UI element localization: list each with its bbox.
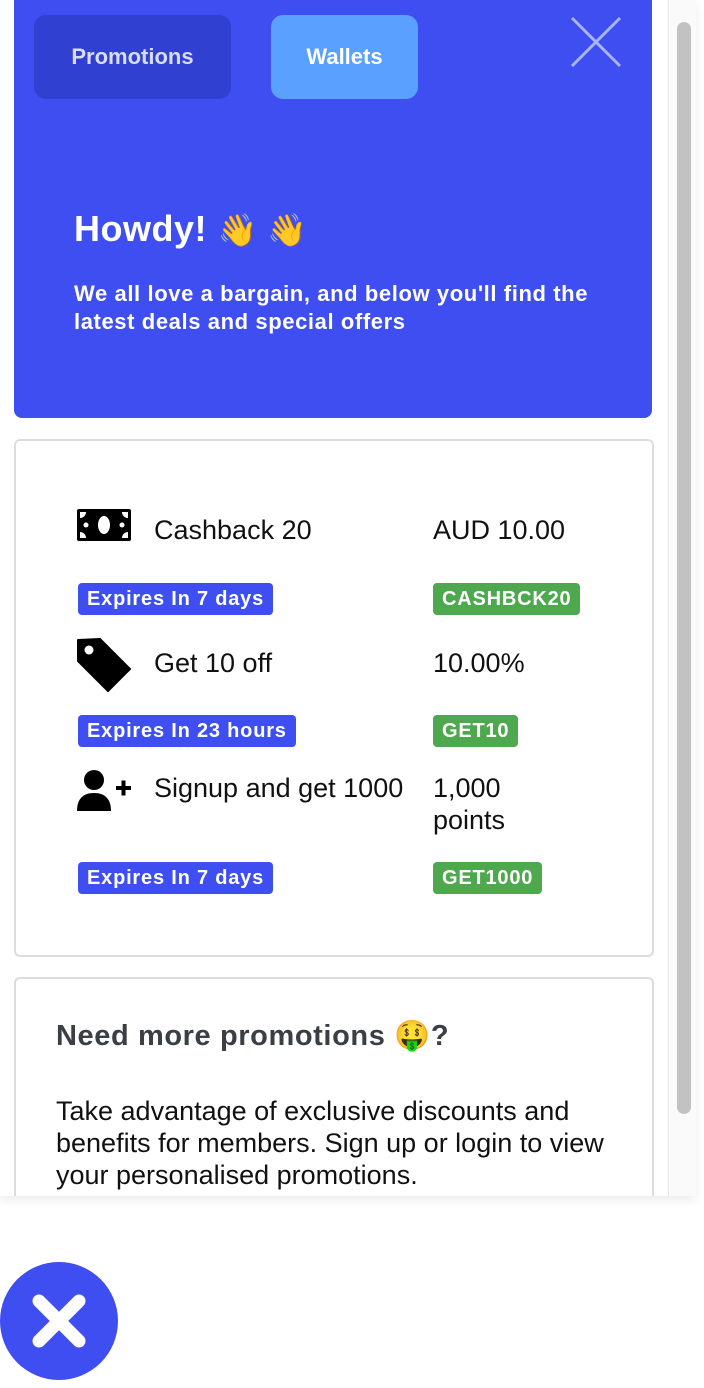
promotions-widget: Promotions Wallets Howdy! 👋 👋 We all lov…: [0, 0, 696, 1196]
close-widget-button[interactable]: [0, 1262, 118, 1380]
promo-code-badge[interactable]: CASHBCK20: [433, 583, 581, 615]
promotion-name: Get 10 off: [154, 648, 273, 678]
promotion-value: 1,000 points: [433, 773, 506, 835]
expiry-badge: Expires In 7 days: [78, 583, 274, 615]
more-promotions-card: Need more promotions 🤑? Take advantage o…: [14, 977, 654, 1196]
close-icon[interactable]: [570, 16, 622, 68]
user-plus-icon: [76, 769, 132, 825]
close-icon: [32, 1294, 86, 1348]
money-mouth-face-icon: 🤑: [394, 1020, 431, 1052]
tab-wallets[interactable]: Wallets: [271, 15, 418, 99]
widget-scroll-area[interactable]: Promotions Wallets Howdy! 👋 👋 We all lov…: [0, 0, 668, 1196]
more-promotions-title: Need more promotions 🤑?: [56, 1019, 449, 1053]
hero-title: Howdy! 👋 👋: [74, 208, 308, 250]
more-promotions-title-text: Need more promotions: [56, 1020, 386, 1052]
promotion-item: Cashback 20 AUD 10.00 Expires In 7 days …: [76, 505, 616, 615]
waving-hand-icon: 👋 👋: [217, 212, 308, 248]
tab-promotions-label: Promotions: [71, 44, 194, 69]
expiry-badge: Expires In 7 days: [78, 862, 274, 894]
more-promotions-title-suffix: ?: [430, 1020, 450, 1052]
scrollbar-thumb[interactable]: [677, 22, 691, 1114]
promo-code-badge[interactable]: GET10: [433, 715, 519, 747]
cash-icon: [76, 507, 132, 563]
hero-banner: Promotions Wallets Howdy! 👋 👋 We all lov…: [14, 0, 652, 418]
scrollbar[interactable]: [668, 0, 696, 1196]
promotion-value: 10.00%: [433, 648, 525, 678]
promotion-name: Cashback 20: [154, 515, 312, 545]
promo-code-badge[interactable]: GET1000: [433, 862, 543, 894]
promotion-value: AUD 10.00: [433, 515, 566, 545]
hero-title-text: Howdy!: [74, 208, 207, 249]
promotion-item: Signup and get 1000 1,000 points Expires…: [76, 767, 616, 897]
promotion-item: Get 10 off 10.00% Expires In 23 hours GE…: [76, 637, 616, 749]
tag-icon: [76, 637, 132, 693]
promotion-name: Signup and get 1000: [154, 773, 404, 803]
tab-promotions[interactable]: Promotions: [34, 15, 231, 99]
tab-wallets-label: Wallets: [306, 44, 383, 69]
more-promotions-body: Take advantage of exclusive discounts an…: [56, 1096, 604, 1190]
hero-subtitle: We all love a bargain, and below you'll …: [74, 281, 589, 334]
expiry-badge: Expires In 23 hours: [78, 715, 296, 747]
promotions-card: Cashback 20 AUD 10.00 Expires In 7 days …: [14, 439, 654, 957]
